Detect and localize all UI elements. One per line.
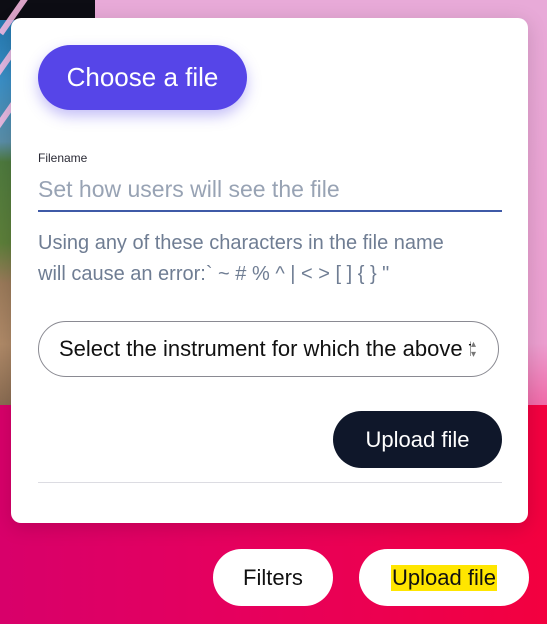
- filters-button[interactable]: Filters: [213, 549, 333, 606]
- filename-label: Filename: [38, 151, 88, 165]
- upload-file-button[interactable]: Upload file: [333, 411, 502, 468]
- upload-card: Choose a file Filename Using any of thes…: [11, 18, 528, 523]
- filename-hint-line-1: Using any of these characters in the fil…: [38, 232, 444, 254]
- instrument-select[interactable]: Select the instrument for which the abov…: [38, 321, 499, 377]
- instrument-select-value: Select the instrument for which the abov…: [59, 336, 471, 361]
- upload-file-toolbar-button[interactable]: Upload file: [359, 549, 529, 606]
- filters-label: Filters: [243, 564, 303, 590]
- page-background: Choose a file Filename Using any of thes…: [0, 0, 547, 624]
- choose-file-button[interactable]: Choose a file: [38, 45, 247, 110]
- filename-input[interactable]: [38, 168, 502, 212]
- upload-file-toolbar-label: Upload file: [391, 564, 497, 591]
- filename-hint-line-2: will cause an error:` ~ # % ^ | < > [ ] …: [38, 263, 390, 285]
- divider: [38, 482, 502, 483]
- filename-hint: Using any of these characters in the fil…: [38, 228, 508, 290]
- select-arrows-icon: ▴ ▾: [470, 339, 476, 360]
